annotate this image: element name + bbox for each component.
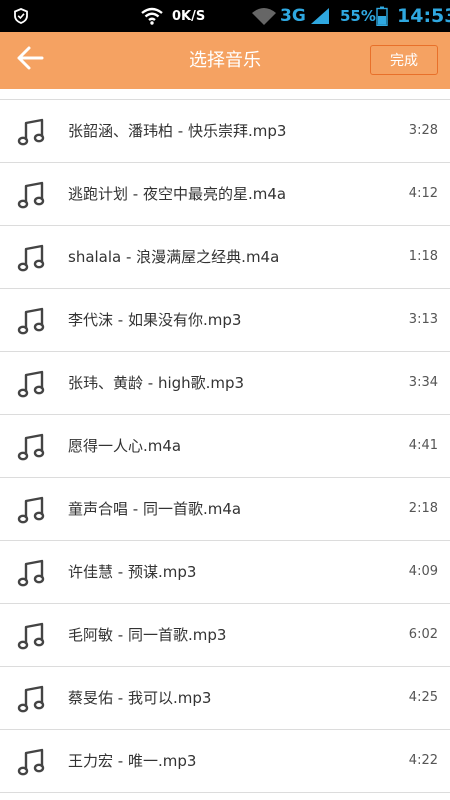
song-name: 蔡旻佑 - 我可以.mp3 — [68, 689, 212, 707]
title-bar: 选择音乐 完成 — [0, 32, 450, 89]
clock: 14:53 — [397, 5, 450, 27]
music-note-icon — [17, 433, 47, 467]
song-name: 李代沫 - 如果没有你.mp3 — [68, 311, 242, 329]
music-note-icon — [17, 748, 47, 782]
list-item[interactable]: 许佳慧 - 预谋.mp3 4:09 — [0, 541, 450, 604]
song-duration: 3:13 — [408, 312, 438, 327]
song-name: 毛阿敏 - 同一首歌.mp3 — [68, 626, 227, 644]
song-name: shalala - 浪漫满屋之经典.m4a — [68, 248, 280, 266]
battery-icon — [376, 0, 388, 32]
song-name: 愿得一人心.m4a — [68, 437, 182, 455]
battery-level: 55% — [340, 7, 376, 25]
list-item[interactable]: 蔡旻佑 - 我可以.mp3 4:25 — [0, 667, 450, 730]
list-item[interactable]: 逃跑计划 - 夜空中最亮的星.m4a 4:12 — [0, 163, 450, 226]
song-name: 童声合唱 - 同一首歌.m4a — [68, 500, 242, 518]
music-note-icon — [17, 685, 47, 719]
status-bar: 0K/S 3G 55% 14:53 — [0, 0, 450, 32]
net-speed: 0K/S — [172, 8, 206, 24]
song-duration: 6:02 — [408, 627, 438, 642]
music-note-icon — [17, 118, 47, 152]
song-list: 张韶涵、潘玮柏 - 快乐崇拜.mp3 3:28 逃跑计划 - 夜空中最亮的星.m4a… — [0, 89, 450, 800]
list-item[interactable]: 张玮、黄龄 - high歌.mp3 3:34 — [0, 352, 450, 415]
song-name: 许佳慧 - 预谋.mp3 — [68, 563, 197, 581]
song-duration: 4:09 — [408, 564, 438, 579]
wifi-signal-icon — [251, 0, 277, 32]
cell-signal-icon — [310, 0, 330, 32]
list-item[interactable]: 李代沫 - 如果没有你.mp3 3:13 — [0, 289, 450, 352]
song-duration: 4:25 — [408, 690, 438, 705]
song-duration: 4:22 — [408, 753, 438, 768]
list-item[interactable]: 毛阿敏 - 同一首歌.mp3 6:02 — [0, 604, 450, 667]
network-type: 3G — [280, 6, 306, 26]
song-duration: 4:12 — [408, 186, 438, 201]
song-name: 逃跑计划 - 夜空中最亮的星.m4a — [68, 185, 287, 203]
music-note-icon — [17, 181, 47, 215]
list-item[interactable]: shalala - 浪漫满屋之经典.m4a 1:18 — [0, 226, 450, 289]
list-item[interactable]: 童声合唱 - 同一首歌.m4a 2:18 — [0, 478, 450, 541]
list-item[interactable]: 王力宏 - 唯一.mp3 4:22 — [0, 730, 450, 793]
song-name: 张韶涵、潘玮柏 - 快乐崇拜.mp3 — [68, 122, 287, 140]
music-note-icon — [17, 622, 47, 656]
music-note-icon — [17, 307, 47, 341]
song-duration: 1:18 — [408, 249, 438, 264]
list-item[interactable]: 张韶涵、潘玮柏 - 快乐崇拜.mp3 3:28 — [0, 100, 450, 163]
song-name: 王力宏 - 唯一.mp3 — [68, 752, 197, 770]
song-duration: 3:34 — [408, 375, 438, 390]
music-note-icon — [17, 244, 47, 278]
song-name: 张玮、黄龄 - high歌.mp3 — [68, 374, 245, 392]
music-note-icon — [17, 370, 47, 404]
song-duration: 2:18 — [408, 501, 438, 516]
music-note-icon — [17, 559, 47, 593]
list-divider — [0, 89, 450, 100]
music-note-icon — [17, 496, 47, 530]
song-duration: 3:28 — [408, 123, 438, 138]
wifi-icon — [141, 0, 163, 32]
done-button[interactable]: 完成 — [370, 45, 438, 75]
shield-icon — [12, 0, 30, 32]
list-item[interactable]: 愿得一人心.m4a 4:41 — [0, 415, 450, 478]
song-duration: 4:41 — [408, 438, 438, 453]
